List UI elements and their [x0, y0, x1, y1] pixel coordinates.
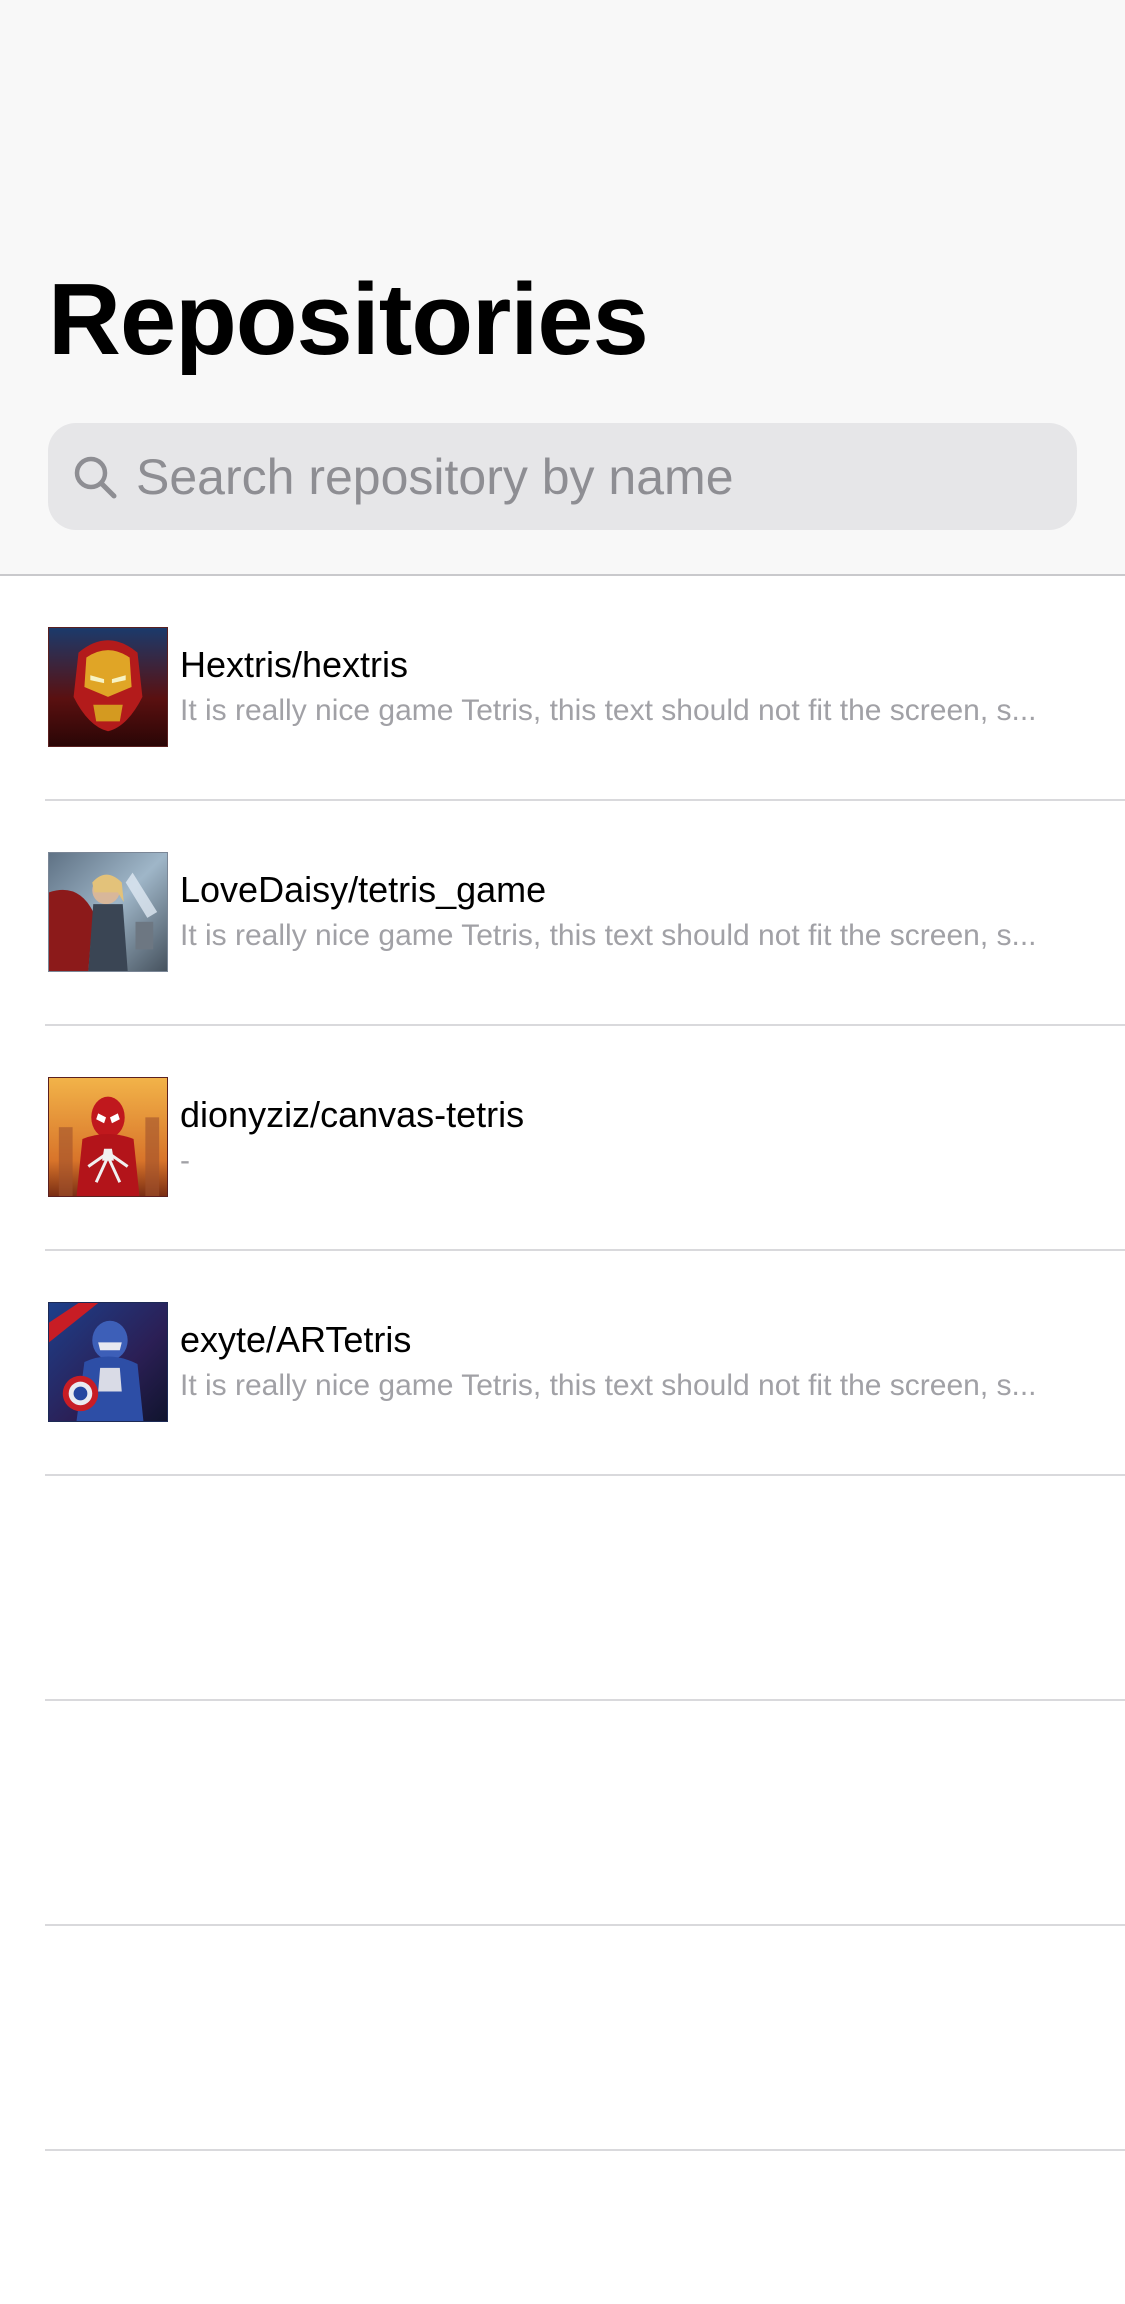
- iron-man-avatar: [48, 627, 168, 747]
- repository-row[interactable]: exyte/ARTetris It is really nice game Te…: [0, 1251, 1125, 1476]
- search-input[interactable]: [122, 422, 1077, 531]
- repository-name: LoveDaisy/tetris_game: [180, 869, 547, 910]
- repository-description: -: [180, 1144, 190, 1177]
- empty-row: [0, 1701, 1125, 1926]
- thor-avatar: [48, 852, 168, 972]
- captain-america-avatar: [48, 1302, 168, 1422]
- repository-row[interactable]: LoveDaisy/tetris_game It is really nice …: [0, 801, 1125, 1026]
- repository-description: It is really nice game Tetris, this text…: [180, 1369, 1037, 1402]
- repository-row[interactable]: Hextris/hextris It is really nice game T…: [0, 576, 1125, 801]
- repository-name: exyte/ARTetris: [180, 1319, 412, 1360]
- navigation-bar: Repositories: [0, 0, 1125, 576]
- search-icon: [68, 450, 122, 504]
- repository-description: It is really nice game Tetris, this text…: [180, 919, 1037, 952]
- search-bar[interactable]: [48, 422, 1077, 531]
- app-screen: Repositories Search repository by name H…: [0, 0, 1125, 2304]
- repository-description: It is really nice game Tetris, this text…: [180, 694, 1037, 727]
- repository-row[interactable]: dionyziz/canvas-tetris -: [0, 1026, 1125, 1251]
- empty-row: [0, 1476, 1125, 1701]
- repository-name: Hextris/hextris: [180, 644, 409, 685]
- spider-man-avatar: [48, 1077, 168, 1197]
- repository-list: Hextris/hextris It is really nice game T…: [0, 576, 1125, 2151]
- page-title: Repositories: [48, 264, 649, 376]
- empty-row: [0, 1926, 1125, 2151]
- repository-name: dionyziz/canvas-tetris: [180, 1094, 525, 1135]
